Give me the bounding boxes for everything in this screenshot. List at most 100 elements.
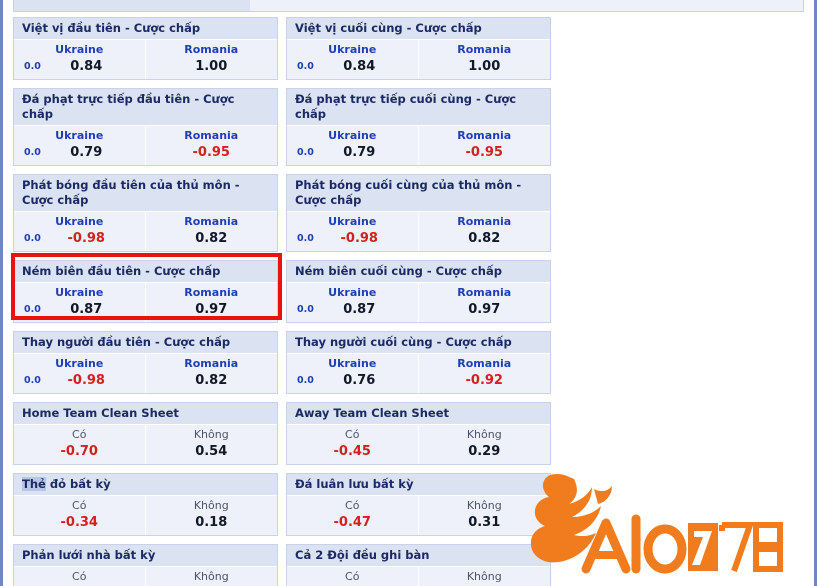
odds-price[interactable]: 1.00	[419, 57, 551, 76]
odds-price[interactable]: 0.29	[419, 442, 551, 461]
odds-line: 0.0 0.76	[287, 371, 418, 390]
market-card-first-goalkick-handicap[interactable]: Phát bóng đầu tiên của thủ môn - Cược ch…	[13, 174, 278, 252]
odds-price[interactable]: -0.95	[419, 143, 551, 162]
no-selection[interactable]: Không 0.86	[419, 567, 551, 586]
market-title: Phát bóng đầu tiên của thủ môn - Cược ch…	[14, 175, 277, 212]
home-selection[interactable]: Ukraine 0.0 -0.98	[287, 212, 419, 251]
away-selection[interactable]: Romania 1.00	[419, 40, 551, 79]
no-selection[interactable]: Không 0.54	[146, 425, 278, 464]
odds-price[interactable]: 0.18	[146, 513, 278, 532]
no-selection[interactable]: Không 0.31	[419, 496, 551, 535]
team-name-home: Ukraine	[55, 286, 104, 299]
away-selection[interactable]: Romania 0.82	[146, 212, 278, 251]
odds-row: Có -0.34 Không 0.18	[14, 496, 277, 535]
yes-selection[interactable]: Có 0.98	[287, 567, 419, 586]
market-card-any-red-card[interactable]: Thẻ đỏ bất kỳ Có -0.34 Không 0.18	[13, 473, 278, 536]
markets-grid: Việt vị đầu tiên - Cược chấp Ukraine 0.0…	[3, 17, 814, 586]
team-name-away: Romania	[457, 215, 512, 228]
yes-selection[interactable]: Có -0.70	[14, 425, 146, 464]
away-selection[interactable]: Romania 0.97	[419, 283, 551, 322]
away-selection[interactable]: Romania 0.82	[419, 212, 551, 251]
away-selection[interactable]: Romania 1.00	[146, 40, 278, 79]
odds-row: Ukraine 0.0 0.84 Romania 1.00	[14, 40, 277, 79]
away-selection[interactable]: Romania -0.92	[419, 354, 551, 393]
handicap-line: 0.0	[24, 375, 41, 386]
odds-price[interactable]: 0.82	[146, 371, 278, 390]
selection-label-yes: Có	[345, 428, 360, 441]
odds-price[interactable]: -0.47	[287, 513, 418, 532]
yes-selection[interactable]: Có -0.45	[287, 425, 419, 464]
home-selection[interactable]: Ukraine 0.0 -0.98	[14, 212, 146, 251]
odds-line: 0.0 0.87	[14, 300, 145, 319]
market-card-last-substitution-handicap[interactable]: Thay người cuối cùng - Cược chấp Ukraine…	[286, 331, 551, 394]
home-selection[interactable]: Ukraine 0.0 -0.98	[14, 354, 146, 393]
market-card-last-goalkick-handicap[interactable]: Phát bóng cuối cùng của thủ môn - Cược c…	[286, 174, 551, 252]
no-selection[interactable]: Không 0.18	[146, 496, 278, 535]
home-selection[interactable]: Ukraine 0.0 0.87	[287, 283, 419, 322]
market-card-last-throwin-handicap[interactable]: Ném biên cuối cùng - Cược chấp Ukraine 0…	[286, 260, 551, 323]
odds-line: 0.0 0.79	[14, 143, 145, 162]
market-card-any-penalty-shootout[interactable]: Đá luân lưu bất kỳ Có -0.47 Không 0.31	[286, 473, 551, 536]
away-selection[interactable]: Romania 0.97	[146, 283, 278, 322]
yes-selection[interactable]: Có -0.25	[14, 567, 146, 586]
market-card-any-own-goal[interactable]: Phản lưới nhà bất kỳ Có -0.25 Không 0.09	[13, 544, 278, 586]
home-selection[interactable]: Ukraine 0.0 0.84	[14, 40, 146, 79]
home-selection[interactable]: Ukraine 0.0 0.79	[14, 126, 146, 165]
odds-price[interactable]: 0.97	[146, 300, 278, 319]
market-title: Home Team Clean Sheet	[14, 403, 277, 425]
team-name-away: Romania	[457, 43, 512, 56]
odds-price[interactable]: 0.31	[419, 513, 551, 532]
market-card-first-substitution-handicap[interactable]: Thay người đầu tiên - Cược chấp Ukraine …	[13, 331, 278, 394]
market-card-first-freekick-handicap[interactable]: Đá phạt trực tiếp đầu tiên - Cược chấp U…	[13, 88, 278, 166]
market-card-last-freekick-handicap[interactable]: Đá phạt trực tiếp cuối cùng - Cược chấp …	[286, 88, 551, 166]
handicap-line: 0.0	[24, 304, 41, 315]
team-name-home: Ukraine	[55, 43, 104, 56]
market-card-home-clean-sheet[interactable]: Home Team Clean Sheet Có -0.70 Không 0.5…	[13, 402, 278, 465]
odds-line: 0.82	[146, 371, 278, 390]
market-title: Thay người đầu tiên - Cược chấp	[14, 332, 277, 354]
market-card-both-teams-to-score[interactable]: Cả 2 Đội đều ghi bàn Có 0.98 Không 0.86	[286, 544, 551, 586]
team-name-away: Romania	[184, 357, 239, 370]
market-body: Ukraine 0.0 -0.98 Romania 0.82	[14, 354, 277, 393]
odds-price[interactable]: -0.34	[14, 513, 145, 532]
away-selection[interactable]: Romania 0.82	[146, 354, 278, 393]
market-card-first-offside-handicap[interactable]: Việt vị đầu tiên - Cược chấp Ukraine 0.0…	[13, 17, 278, 80]
odds-price[interactable]: -0.95	[146, 143, 278, 162]
odds-line: 0.82	[419, 229, 551, 248]
home-selection[interactable]: Ukraine 0.0 0.76	[287, 354, 419, 393]
home-selection[interactable]: Ukraine 0.0 0.87	[14, 283, 146, 322]
odds-row: Ukraine 0.0 0.79 Romania -0.95	[287, 126, 550, 165]
no-selection[interactable]: Không 0.29	[419, 425, 551, 464]
yes-selection[interactable]: Có -0.47	[287, 496, 419, 535]
odds-price[interactable]: 0.82	[146, 229, 278, 248]
odds-row: Có -0.25 Không 0.09	[14, 567, 277, 586]
selection-label-yes: Có	[72, 499, 87, 512]
market-title: Ném biên đầu tiên - Cược chấp	[14, 261, 277, 283]
yes-selection[interactable]: Có -0.34	[14, 496, 146, 535]
odds-price[interactable]: 0.82	[419, 229, 551, 248]
home-selection[interactable]: Ukraine 0.0 0.84	[287, 40, 419, 79]
market-card-first-throwin-handicap[interactable]: Ném biên đầu tiên - Cược chấp Ukraine 0.…	[13, 260, 278, 323]
market-card-away-clean-sheet[interactable]: Away Team Clean Sheet Có -0.45 Không 0.2…	[286, 402, 551, 465]
odds-row: Ukraine 0.0 0.76 Romania -0.92	[287, 354, 550, 393]
odds-price[interactable]: 0.97	[419, 300, 551, 319]
odds-price[interactable]: -0.70	[14, 442, 145, 461]
selection-label-yes: Có	[345, 499, 360, 512]
team-name-home: Ukraine	[328, 357, 377, 370]
odds-row: Ukraine 0.0 0.87 Romania 0.97	[287, 283, 550, 322]
market-card-last-offside-handicap[interactable]: Việt vị cuối cùng - Cược chấp Ukraine 0.…	[286, 17, 551, 80]
odds-price[interactable]: 0.54	[146, 442, 278, 461]
odds-price[interactable]: 1.00	[146, 57, 278, 76]
market-body: Ukraine 0.0 0.79 Romania -0.95	[14, 126, 277, 165]
odds-line: 0.18	[146, 513, 278, 532]
home-selection[interactable]: Ukraine 0.0 0.79	[287, 126, 419, 165]
selection-label-yes: Có	[72, 570, 87, 583]
partial-card-above	[13, 0, 804, 12]
odds-price[interactable]: -0.92	[419, 371, 551, 390]
odds-line: 0.29	[419, 442, 551, 461]
no-selection[interactable]: Không 0.09	[146, 567, 278, 586]
away-selection[interactable]: Romania -0.95	[146, 126, 278, 165]
odds-price[interactable]: -0.45	[287, 442, 418, 461]
away-selection[interactable]: Romania -0.95	[419, 126, 551, 165]
odds-line: -0.47	[287, 513, 418, 532]
